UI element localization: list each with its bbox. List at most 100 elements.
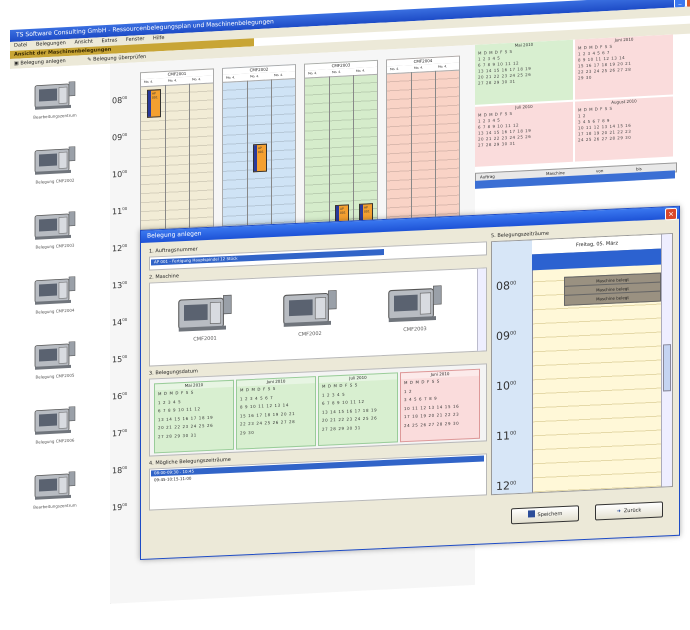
hour-suffix: 00 <box>122 205 128 212</box>
back-label: Zurück <box>623 507 642 515</box>
save-icon <box>527 510 535 518</box>
hour-value: 19 <box>112 502 123 513</box>
hour-value: 18 <box>112 465 123 476</box>
dialog-title: Belegung anlegen <box>147 230 202 240</box>
machine-item[interactable]: Belegung CMF2002 <box>20 142 90 186</box>
hour-label: 1800 <box>112 464 136 475</box>
hour-value: 17 <box>112 428 123 439</box>
day-hour-value: 10 <box>496 379 510 393</box>
machine-item[interactable]: Bearbeitungszentrum <box>20 77 90 121</box>
booking-block[interactable]: AP 001 <box>147 89 161 118</box>
mini-calendar[interactable]: Juli 2010 M D M D F S S 1 2 3 4 56 7 8 9 … <box>475 101 573 167</box>
back-arrow-icon: ➜ <box>616 508 621 515</box>
hour-value: 08 <box>112 95 123 106</box>
machine-icon <box>34 211 76 240</box>
booking-label: AP 001 <box>340 206 346 215</box>
hour-label: 1500 <box>112 353 136 364</box>
hour-value: 13 <box>112 280 123 291</box>
back-button[interactable]: ➜ Zurück <box>595 501 663 521</box>
date-picker: Mai 2010 M D M D F S S 1 2 3 4 56 7 8 9 1… <box>149 363 487 457</box>
machine-option-label: CMF2002 <box>298 330 322 338</box>
hour-suffix: 00 <box>122 427 128 434</box>
hour-label: 1200 <box>112 242 136 253</box>
day-scrollbar[interactable] <box>661 234 672 487</box>
machine-icon <box>34 471 76 500</box>
machine-image <box>175 290 235 335</box>
menu-datei[interactable]: Datei <box>14 42 27 49</box>
order-select[interactable]: AP 001 - Fertigung Hauptspindel 12 Stück <box>149 241 487 271</box>
machine-image <box>33 273 77 307</box>
menu-hilfe[interactable]: Hilfe <box>153 35 164 42</box>
subcol-label: Mo. 4. <box>332 69 342 75</box>
machine-option[interactable]: CMF2001 <box>170 290 240 344</box>
machine-image <box>33 143 77 177</box>
booking-label: AP 001 <box>152 91 158 100</box>
menu-ansicht[interactable]: Ansicht <box>74 39 92 46</box>
machine-image <box>33 468 77 502</box>
machine-image <box>33 403 77 437</box>
date-calendar[interactable]: Juni 2010 M D M D F S S 1 23 4 5 6 7 8 91… <box>400 368 480 443</box>
menu-belegungen[interactable]: Belegungen <box>36 40 66 48</box>
day-hour-suffix: 00 <box>510 330 517 337</box>
date-calendar[interactable]: Mai 2010 M D M D F S S 1 2 3 4 56 7 8 9 1… <box>154 379 234 454</box>
machine-item[interactable]: Belegung CMF2005 <box>20 337 90 381</box>
machine-label: Belegung CMF2003 <box>35 242 75 250</box>
calendar-panel: Auftrag Maschine von bis Mai 2010 M D M D… <box>475 34 677 225</box>
machine-option[interactable]: CMF2003 <box>380 280 450 334</box>
day-hour-value: 11 <box>496 429 510 443</box>
hour-label: 1000 <box>112 168 136 179</box>
hour-label: 1100 <box>112 205 136 216</box>
hour-label: 1600 <box>112 390 136 401</box>
hour-label: 0800 <box>112 94 136 105</box>
save-label: Speichern <box>537 510 563 519</box>
machine-image <box>33 208 77 242</box>
hour-suffix: 00 <box>122 94 128 101</box>
day-hour-label: 1100 <box>496 429 516 443</box>
mini-calendar[interactable]: Mai 2010 M D M D F S S 1 2 3 4 56 7 8 9 1… <box>475 39 573 105</box>
machine-item[interactable]: Belegung CMF2004 <box>20 272 90 316</box>
machine-icon <box>283 290 337 327</box>
machine-label: Belegung CMF2004 <box>35 307 75 315</box>
mini-calendar[interactable]: Juni 2010 M D M D F S S1 2 3 4 5 6 78 9 1… <box>575 34 673 100</box>
save-button[interactable]: Speichern <box>511 505 579 525</box>
day-hour-label: 0800 <box>496 279 516 293</box>
machine-label: Belegung CMF2002 <box>35 177 75 185</box>
machine-label: Belegung CMF2005 <box>35 372 75 380</box>
machine-icon <box>34 406 76 435</box>
machine-option-label: CMF2003 <box>403 326 427 334</box>
machine-icon <box>34 276 76 305</box>
machine-item[interactable]: Belegung CMF2003 <box>20 207 90 251</box>
machine-option[interactable]: CMF2002 <box>275 285 345 339</box>
day-hour-suffix: 00 <box>510 430 517 437</box>
machine-item[interactable]: Bearbeitungszentrum <box>20 467 90 511</box>
slot-item[interactable]: 09:45-10:15-11:00 <box>154 476 191 484</box>
day-hour-suffix: 00 <box>510 280 517 287</box>
machine-label: Bearbeitungszentrum <box>33 502 77 510</box>
day-hour-value: 08 <box>496 279 510 293</box>
menu-extras[interactable]: Extras <box>102 37 118 44</box>
hour-label: 1700 <box>112 427 136 438</box>
subcol-label: Mo. 4. <box>414 65 424 70</box>
machine-icon <box>34 81 76 110</box>
hour-suffix: 00 <box>122 279 128 286</box>
mini-calendar[interactable]: August 2010 M D M D F S S 1 23 4 5 6 7 8 … <box>575 96 673 162</box>
machine-icon <box>34 341 76 370</box>
machine-icon <box>34 146 76 175</box>
date-calendar[interactable]: Juni 2010 M D M D F S S1 2 3 4 5 6 78 9 1… <box>236 376 316 450</box>
hour-value: 14 <box>112 317 123 328</box>
booking-block[interactable]: AP 001 <box>253 143 267 173</box>
dialog-close-icon[interactable]: × <box>665 207 677 221</box>
subcol-label: Mo. 4. <box>192 77 202 82</box>
day-section-label: 5. Belegungszeiträume <box>491 230 549 240</box>
create-booking-dialog: Belegung anlegen × 1. Auftragsnummer AP … <box>140 205 680 560</box>
hour-suffix: 00 <box>122 242 128 249</box>
machine-item[interactable]: Belegung CMF2006 <box>20 402 90 446</box>
machine-label: Bearbeitungszentrum <box>33 112 77 120</box>
menu-fenster[interactable]: Fenster <box>126 36 145 43</box>
date-calendar[interactable]: Juli 2010 M D M D F S S 1 2 3 4 56 7 8 9 … <box>318 372 398 446</box>
date-section-label: 3. Belegungsdatum <box>149 368 198 377</box>
day-hour-column: 0800 0900 1000 1100 1200 <box>492 240 533 495</box>
subcol-label: Mo. 4. <box>356 68 366 74</box>
day-scroll-thumb[interactable] <box>663 344 671 392</box>
machine-scrollbar[interactable] <box>477 268 486 351</box>
